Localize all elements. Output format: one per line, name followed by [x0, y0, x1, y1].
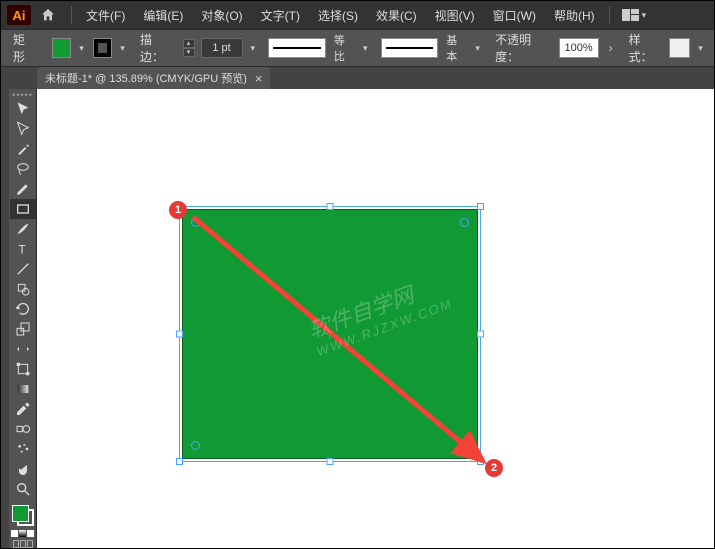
home-icon[interactable] — [37, 4, 59, 26]
menu-file[interactable]: 文件(F) — [78, 1, 133, 29]
gradient-tool[interactable] — [10, 379, 36, 399]
style-label: 样式： — [629, 31, 664, 65]
direct-selection-tool[interactable] — [10, 119, 36, 139]
menu-window[interactable]: 窗口(W) — [485, 1, 544, 29]
width-tool[interactable] — [10, 339, 36, 359]
resize-handle[interactable] — [477, 203, 484, 210]
opacity-input[interactable] — [559, 38, 599, 58]
annotation-badge: 2 — [485, 459, 503, 477]
menu-text[interactable]: 文字(T) — [253, 1, 308, 29]
menu-bar: Ai 文件(F) 编辑(E) 对象(O) 文字(T) 选择(S) 效果(C) 视… — [1, 1, 714, 29]
rotate-tool[interactable] — [10, 299, 36, 319]
menu-select[interactable]: 选择(S) — [310, 1, 366, 29]
dock-strip — [1, 89, 9, 548]
chevron-down-icon[interactable]: ▾ — [361, 43, 371, 54]
color-mode-icon[interactable] — [11, 530, 18, 537]
opacity-next-icon[interactable]: › — [605, 41, 617, 55]
toolbox-grip-icon[interactable]: ••••• — [9, 91, 37, 99]
corner-widget-icon[interactable] — [191, 441, 200, 450]
none-mode-icon[interactable] — [27, 530, 34, 537]
chevron-down-icon[interactable]: ▾ — [249, 43, 259, 54]
width-profile-preview[interactable] — [268, 38, 326, 58]
menu-help[interactable]: 帮助(H) — [546, 1, 603, 29]
brush-def-preview[interactable] — [381, 38, 439, 58]
corner-widget-icon[interactable] — [191, 218, 200, 227]
opacity-label: 不透明度： — [495, 31, 553, 65]
main-area: ••••• T — [1, 89, 714, 548]
fill-indicator[interactable] — [12, 505, 29, 522]
brush-def-label: 基本 — [446, 32, 467, 64]
rectangle-shape[interactable] — [182, 209, 478, 459]
width-profile-label: 等比 — [334, 32, 355, 64]
corner-widget-icon[interactable] — [460, 441, 469, 450]
close-tab-icon[interactable]: × — [255, 71, 263, 86]
resize-handle[interactable] — [327, 458, 334, 465]
control-bar: 矩形 ▾ ▾ 描边： ▴▾ ▾ 等比 ▾ 基本 ▾ 不透明度： › 样式： ▾ — [1, 29, 714, 67]
separator — [609, 6, 610, 24]
blend-tool[interactable] — [10, 419, 36, 439]
svg-text:T: T — [18, 243, 26, 257]
document-tab[interactable]: 未标题-1* @ 135.89% (CMYK/GPU 预览) × — [37, 67, 270, 89]
stroke-label: 描边： — [140, 31, 175, 65]
menu-view[interactable]: 视图(V) — [427, 1, 483, 29]
chevron-down-icon[interactable]: ▾ — [473, 43, 483, 54]
corner-widget-icon[interactable] — [460, 218, 469, 227]
resize-handle[interactable] — [176, 458, 183, 465]
chevron-down-icon: ▾ — [640, 10, 650, 21]
menu-object[interactable]: 对象(O) — [193, 1, 250, 29]
stroke-swatch[interactable] — [93, 38, 112, 58]
selection-tool[interactable] — [10, 99, 36, 119]
stroke-weight-stepper[interactable]: ▴▾ — [183, 39, 195, 57]
eyedropper-tool[interactable] — [10, 399, 36, 419]
layout-switcher-icon[interactable]: ▾ — [616, 9, 656, 21]
gradient-mode-icon[interactable] — [19, 530, 26, 537]
active-tool-label: 矩形 — [9, 31, 46, 65]
pen-tool[interactable] — [10, 179, 36, 199]
menu-edit[interactable]: 编辑(E) — [135, 1, 191, 29]
paintbrush-tool[interactable] — [10, 219, 36, 239]
shaper-tool[interactable] — [10, 279, 36, 299]
line-tool[interactable] — [10, 259, 36, 279]
resize-handle[interactable] — [477, 458, 484, 465]
menu-effect[interactable]: 效果(C) — [368, 1, 425, 29]
type-tool[interactable]: T — [10, 239, 36, 259]
scale-tool[interactable] — [10, 319, 36, 339]
toolbox: ••••• T — [9, 89, 37, 548]
zoom-tool[interactable] — [10, 479, 36, 499]
hand-tool[interactable] — [10, 459, 36, 479]
magic-wand-tool[interactable] — [10, 139, 36, 159]
chevron-down-icon[interactable]: ▾ — [118, 43, 128, 54]
rectangle-tool[interactable] — [10, 199, 36, 219]
stroke-weight-input[interactable] — [201, 38, 243, 58]
graphic-style-swatch[interactable] — [669, 38, 690, 58]
document-tab-bar: 未标题-1* @ 135.89% (CMYK/GPU 预览) × — [1, 67, 714, 89]
chevron-down-icon[interactable]: ▾ — [77, 43, 87, 54]
draw-mode-row[interactable] — [11, 540, 35, 548]
chevron-down-icon[interactable]: ▾ — [696, 43, 706, 54]
symbol-sprayer-tool[interactable] — [10, 439, 36, 459]
canvas[interactable]: 1 2 软件自学网 WWW.RJZXW.COM — [37, 89, 714, 548]
separator — [71, 6, 72, 24]
document-tab-title: 未标题-1* @ 135.89% (CMYK/GPU 预览) — [45, 70, 247, 86]
fill-swatch[interactable] — [52, 38, 71, 58]
fill-stroke-indicator[interactable] — [10, 503, 36, 528]
app-logo: Ai — [7, 5, 31, 25]
app-window: Ai 文件(F) 编辑(E) 对象(O) 文字(T) 选择(S) 效果(C) 视… — [0, 0, 715, 549]
free-transform-tool[interactable] — [10, 359, 36, 379]
resize-handle[interactable] — [477, 331, 484, 338]
lasso-tool[interactable] — [10, 159, 36, 179]
color-mode-row[interactable] — [11, 530, 34, 537]
